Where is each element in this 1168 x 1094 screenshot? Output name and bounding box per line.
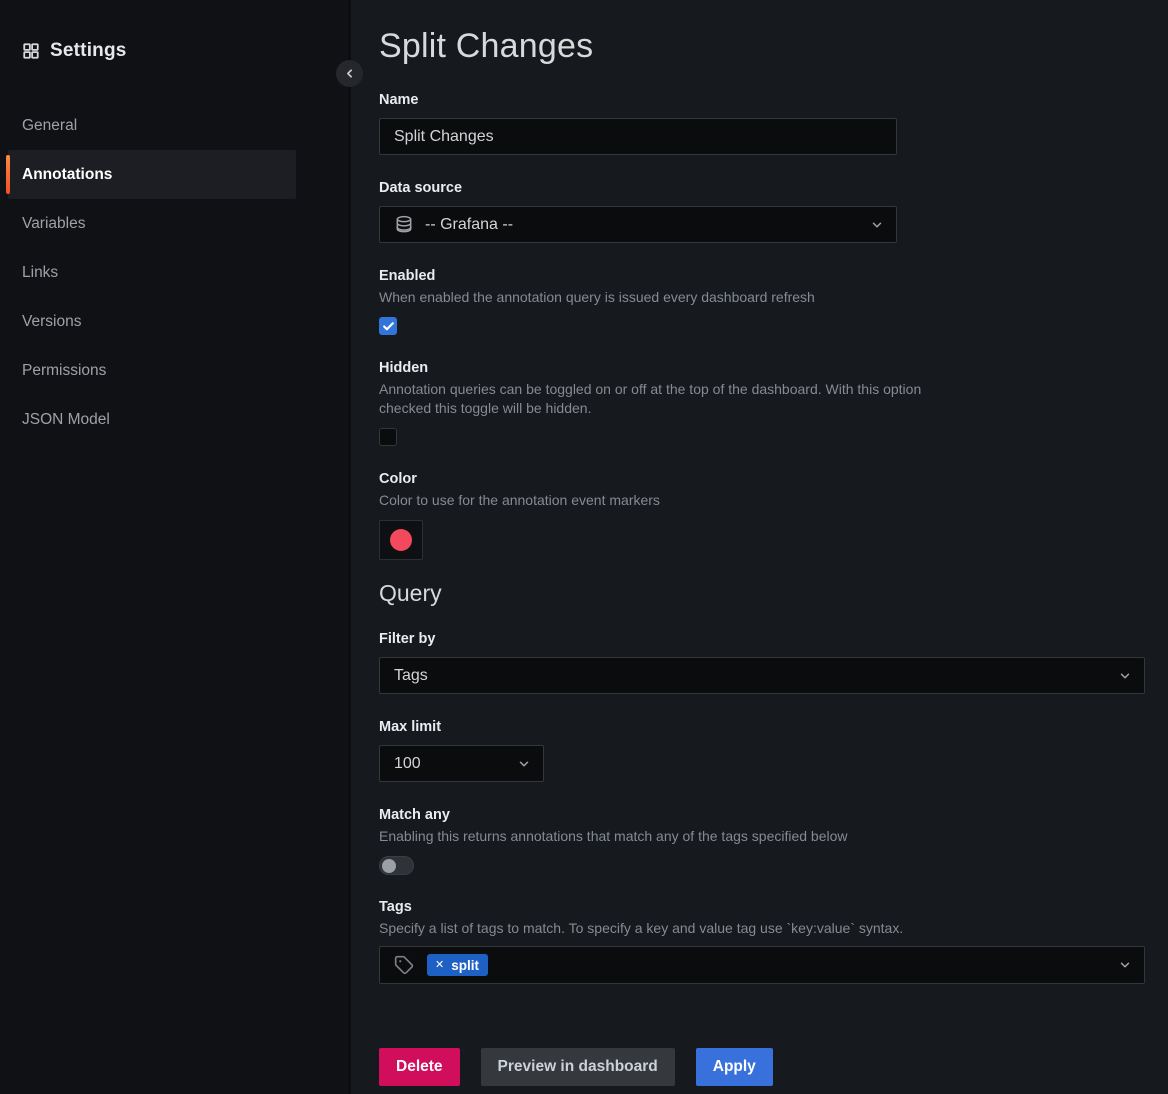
sidebar-title: Settings [50, 40, 127, 62]
chevron-down-icon [1118, 958, 1132, 972]
filter-by-value: Tags [394, 667, 1118, 685]
data-source-label: Data source [379, 180, 1145, 197]
sidebar-item-versions[interactable]: Versions [8, 297, 296, 346]
annotation-settings-main: Split Changes Name Data source -- Grafan… [348, 0, 1168, 1094]
collapse-sidebar-button[interactable] [336, 60, 363, 87]
max-limit-select[interactable]: 100 [379, 745, 544, 782]
data-source-value: -- Grafana -- [425, 216, 870, 234]
enabled-description: When enabled the annotation query is iss… [379, 288, 971, 307]
page-title: Split Changes [379, 26, 1145, 66]
filter-by-select[interactable]: Tags [379, 657, 1145, 694]
hidden-label: Hidden [379, 360, 1145, 377]
sidebar-item-label: Links [22, 264, 58, 282]
color-label: Color [379, 471, 1145, 488]
tags-field-group: Tags Specify a list of tags to match. To… [379, 899, 1145, 984]
sidebar-item-annotations[interactable]: Annotations [8, 150, 296, 199]
name-label: Name [379, 92, 1145, 109]
match-any-field-group: Match any Enabling this returns annotati… [379, 807, 1145, 875]
tags-input[interactable]: ✕ split [379, 946, 1145, 984]
max-limit-label: Max limit [379, 719, 1145, 736]
sidebar-item-permissions[interactable]: Permissions [8, 346, 296, 395]
annotation-color-dot [390, 529, 412, 551]
action-buttons: Delete Preview in dashboard Apply [379, 1048, 1145, 1086]
enabled-checkbox[interactable] [379, 317, 397, 335]
apply-button[interactable]: Apply [696, 1048, 773, 1086]
tag-chip-split[interactable]: ✕ split [427, 954, 488, 976]
data-source-field-group: Data source -- Grafana -- [379, 180, 1145, 243]
sidebar-item-links[interactable]: Links [8, 248, 296, 297]
sidebar-item-label: Variables [22, 215, 85, 233]
tags-description: Specify a list of tags to match. To spec… [379, 919, 971, 938]
hidden-checkbox[interactable] [379, 428, 397, 446]
name-field-group: Name [379, 92, 1145, 155]
sidebar-item-label: Versions [22, 313, 81, 331]
delete-button[interactable]: Delete [379, 1048, 460, 1086]
check-icon [382, 320, 395, 333]
match-any-description: Enabling this returns annotations that m… [379, 827, 971, 846]
sidebar-item-label: Permissions [22, 362, 106, 380]
settings-nav: General Annotations Variables Links Vers… [0, 101, 348, 444]
hidden-description: Annotation queries can be toggled on or … [379, 380, 971, 418]
preview-in-dashboard-button[interactable]: Preview in dashboard [481, 1048, 675, 1086]
chevron-down-icon [870, 218, 884, 232]
sidebar-item-general[interactable]: General [8, 101, 296, 150]
match-any-label: Match any [379, 807, 1145, 824]
tag-chip-label: split [451, 958, 479, 973]
query-section-title: Query [379, 580, 1145, 606]
chevron-down-icon [517, 757, 531, 771]
max-limit-field-group: Max limit 100 [379, 719, 1145, 782]
filter-by-field-group: Filter by Tags [379, 631, 1145, 694]
apps-grid-icon [22, 42, 40, 60]
enabled-label: Enabled [379, 268, 1145, 285]
tags-label: Tags [379, 899, 1145, 916]
match-any-toggle[interactable] [379, 856, 414, 875]
hidden-field-group: Hidden Annotation queries can be toggled… [379, 360, 1145, 446]
data-source-select[interactable]: -- Grafana -- [379, 206, 897, 243]
annotation-color-picker[interactable] [379, 520, 423, 560]
sidebar-item-label: General [22, 117, 77, 135]
dashboard-settings-page: Settings General Annotations Variables L… [0, 0, 1168, 1094]
settings-header: Settings [0, 38, 348, 64]
max-limit-value: 100 [394, 755, 517, 773]
filter-by-label: Filter by [379, 631, 1145, 648]
toggle-knob [382, 859, 396, 873]
database-icon [394, 215, 414, 235]
color-field-group: Color Color to use for the annotation ev… [379, 471, 1145, 560]
tag-icon [394, 955, 414, 975]
chevron-left-icon [343, 67, 356, 80]
sidebar-item-json-model[interactable]: JSON Model [8, 395, 296, 444]
chevron-down-icon [1118, 669, 1132, 683]
settings-sidebar: Settings General Annotations Variables L… [0, 0, 348, 1094]
name-input[interactable] [379, 118, 897, 155]
color-description: Color to use for the annotation event ma… [379, 491, 971, 510]
sidebar-item-label: Annotations [22, 166, 112, 184]
enabled-field-group: Enabled When enabled the annotation quer… [379, 268, 1145, 335]
sidebar-item-variables[interactable]: Variables [8, 199, 296, 248]
sidebar-item-label: JSON Model [22, 411, 110, 429]
x-icon[interactable]: ✕ [435, 960, 444, 971]
